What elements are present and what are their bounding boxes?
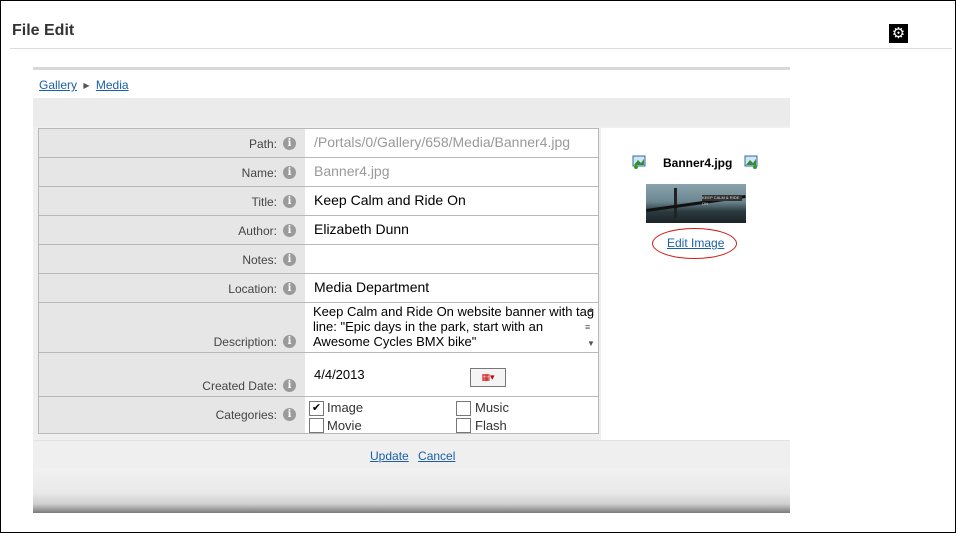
- location-label: Location:: [228, 282, 277, 296]
- resize-grip-icon[interactable]: ≡: [585, 322, 590, 332]
- form-row-created-date: Created Date: i 4/4/2013 ▦▾: [38, 353, 599, 397]
- info-icon[interactable]: i: [283, 335, 296, 348]
- next-image-icon[interactable]: [744, 155, 758, 169]
- calendar-dropdown-icon[interactable]: ▦▾: [470, 368, 506, 387]
- form-row-title: Title: i Keep Calm and Ride On: [38, 187, 599, 216]
- info-icon[interactable]: i: [283, 166, 296, 179]
- info-icon[interactable]: i: [283, 408, 296, 421]
- panel-footer: [33, 468, 790, 513]
- gear-icon[interactable]: ⚙: [889, 24, 908, 43]
- update-link[interactable]: Update: [370, 449, 409, 463]
- author-label: Author:: [238, 224, 277, 238]
- author-field[interactable]: Elizabeth Dunn: [311, 220, 598, 239]
- description-textarea[interactable]: Keep Calm and Ride On website banner wit…: [311, 304, 597, 349]
- category-music-checkbox[interactable]: [456, 401, 471, 416]
- info-icon[interactable]: i: [283, 379, 296, 392]
- form-row-description: Description: i Keep Calm and Ride On web…: [38, 303, 599, 353]
- category-flash-checkbox[interactable]: [456, 418, 471, 433]
- category-image-checkbox[interactable]: ✔: [309, 401, 324, 416]
- breadcrumb-gallery-link[interactable]: Gallery: [39, 78, 77, 92]
- form-row-author: Author: i Elizabeth Dunn: [38, 216, 599, 245]
- thumbnail-caption: KEEP CALM & RIDE ON: [702, 195, 742, 206]
- breadcrumb-media-link[interactable]: Media: [96, 78, 129, 92]
- created-date-field[interactable]: 4/4/2013: [311, 366, 469, 385]
- info-icon[interactable]: i: [283, 282, 296, 295]
- info-icon[interactable]: i: [283, 224, 296, 237]
- path-label: Path:: [248, 137, 277, 151]
- chevron-right-icon: ▶: [83, 81, 90, 91]
- title-field[interactable]: Keep Calm and Ride On: [311, 191, 598, 210]
- title-divider: [10, 48, 952, 49]
- form-row-path: Path: i /Portals/0/Gallery/658/Media/Ban…: [38, 129, 599, 158]
- cancel-link[interactable]: Cancel: [418, 449, 455, 463]
- page-title: File Edit: [12, 22, 75, 39]
- preview-filename: Banner4.jpg: [663, 156, 733, 170]
- location-field[interactable]: Media Department: [311, 278, 598, 297]
- info-icon[interactable]: i: [283, 195, 296, 208]
- image-thumbnail[interactable]: KEEP CALM & RIDE ON: [646, 184, 746, 223]
- description-scrollbar[interactable]: ▲ ≡ ▼: [585, 305, 597, 349]
- created-date-label: Created Date:: [202, 379, 277, 393]
- image-preview-panel: Banner4.jpg KEEP CALM & RIDE ON Edit Ima…: [601, 128, 790, 440]
- notes-field[interactable]: [311, 249, 598, 268]
- category-flash-label: Flash: [475, 418, 507, 433]
- toolbar-strip: [33, 98, 790, 126]
- category-image-label: Image: [327, 400, 364, 415]
- title-label: Title:: [251, 195, 277, 209]
- info-icon[interactable]: i: [283, 137, 296, 150]
- edit-image-link[interactable]: Edit Image: [667, 236, 724, 250]
- name-field[interactable]: Banner4.jpg: [311, 162, 598, 181]
- path-field[interactable]: /Portals/0/Gallery/658/Media/Banner4.jpg: [311, 133, 598, 152]
- category-movie-label: Movie: [327, 418, 362, 433]
- notes-label: Notes:: [242, 253, 277, 267]
- form-row-location: Location: i Media Department: [38, 274, 599, 303]
- info-icon[interactable]: i: [283, 253, 296, 266]
- scroll-down-icon[interactable]: ▼: [587, 339, 595, 348]
- form-row-notes: Notes: i: [38, 245, 599, 274]
- category-music-label: Music: [475, 400, 509, 415]
- description-label: Description:: [213, 335, 277, 349]
- form-actions: Update Cancel: [33, 440, 790, 469]
- form-row-categories: Categories: i ✔ Image Music Movie Flash: [38, 397, 599, 434]
- name-label: Name:: [241, 166, 277, 180]
- breadcrumb: Gallery ▶ Media: [33, 70, 790, 98]
- file-edit-panel: Gallery ▶ Media Path: i /Portals/0/Galle…: [33, 67, 790, 513]
- form-row-name: Name: i Banner4.jpg: [38, 158, 599, 187]
- categories-label: Categories:: [215, 408, 277, 422]
- scroll-up-icon[interactable]: ▲: [587, 305, 595, 314]
- category-movie-checkbox[interactable]: [309, 418, 324, 433]
- previous-image-icon[interactable]: [632, 155, 646, 169]
- file-properties-form: Path: i /Portals/0/Gallery/658/Media/Ban…: [38, 128, 599, 434]
